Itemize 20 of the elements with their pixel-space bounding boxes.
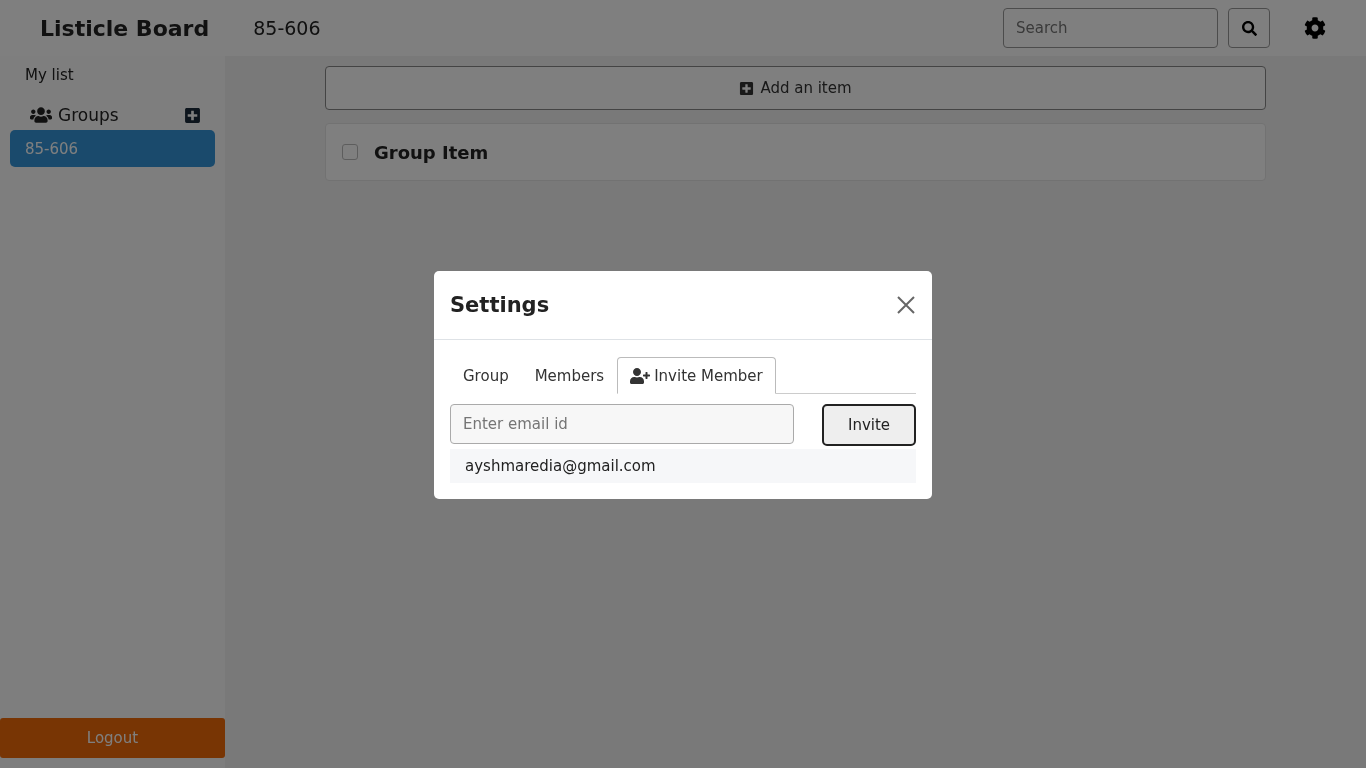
item-label: Group Item	[374, 141, 489, 163]
sidebar-item[interactable]: My list	[10, 64, 215, 84]
dialog-title: Settings	[450, 293, 550, 317]
search-field[interactable]: Search	[1003, 8, 1218, 48]
add-item-button[interactable]: Add an item	[325, 66, 1266, 110]
item-checkbox[interactable]	[342, 144, 358, 160]
settings-icon[interactable]	[1304, 17, 1326, 39]
app-title: Listicle Board	[40, 15, 210, 41]
search-button[interactable]	[1228, 8, 1270, 48]
users-icon	[30, 104, 52, 126]
invite-button[interactable]: Invite	[822, 404, 916, 446]
email-suggestion[interactable]: ayshmaredia@gmail.com	[450, 449, 916, 483]
user-plus-icon	[630, 365, 651, 386]
tab[interactable]: Invite Member	[617, 357, 776, 394]
add-group-icon[interactable]	[184, 106, 201, 124]
plus-icon	[739, 80, 755, 96]
groups-heading: Groups	[30, 104, 119, 126]
email-field[interactable]: Enter email id	[450, 404, 794, 444]
search-icon	[1241, 20, 1257, 36]
current-group-title: 85-606	[253, 17, 322, 39]
